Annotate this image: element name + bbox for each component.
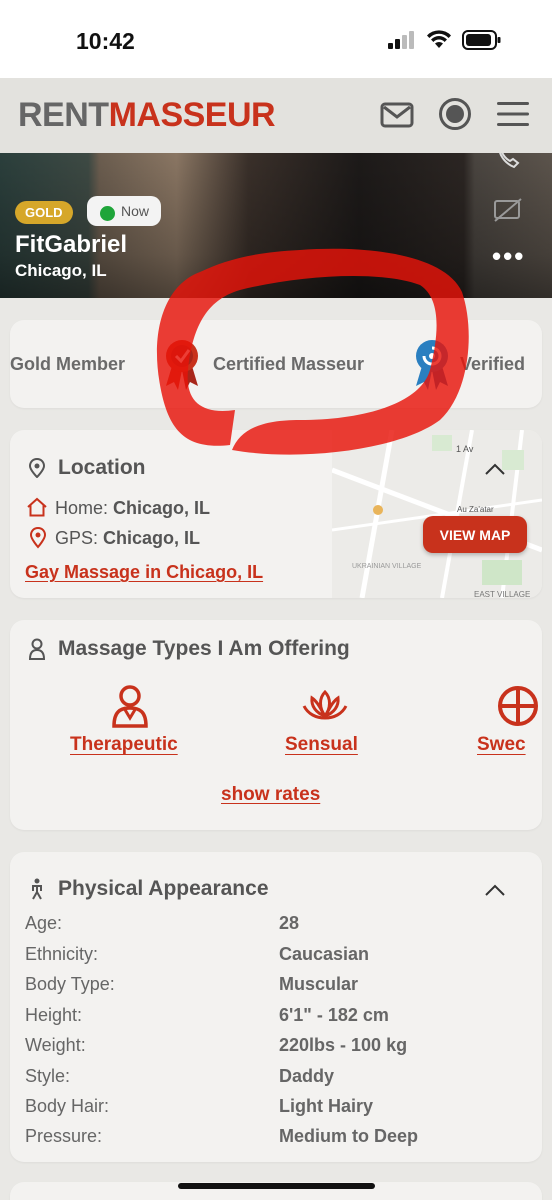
certified-ribbon-icon (166, 340, 198, 390)
massage-type-swedish[interactable]: Swec (477, 734, 526, 756)
attr-label-body-hair: Body Hair: (25, 1096, 110, 1116)
massage-type-sensual[interactable]: Sensual (285, 734, 358, 756)
attr-label-body-type: Body Type: (25, 974, 115, 994)
city-massage-link[interactable]: Gay Massage in Chicago, IL (25, 562, 263, 583)
attr-value-age: 28 (279, 913, 300, 933)
standing-person-icon (32, 878, 42, 900)
attr-label-weight: Weight: (25, 1035, 86, 1055)
attr-label-age: Age: (25, 913, 63, 933)
home-value: Chicago, IL (113, 498, 211, 518)
attr-value-body-type: Muscular (279, 974, 359, 994)
gps-pin-icon (29, 527, 47, 549)
certified-masseur-label: Certified Masseur (213, 354, 365, 374)
attr-label-pressure: Pressure: (25, 1126, 103, 1146)
physical-appearance-card: Physical Appearance Age: 28 Ethnicity: C… (10, 852, 542, 1162)
status-bar: 10:42 (0, 0, 552, 78)
map-east-village-label: EAST VILLAGE (474, 590, 530, 598)
gold-member-label: Gold Member (10, 354, 126, 374)
show-rates-link[interactable]: show rates (221, 784, 320, 806)
massage-types-card: Massage Types I Am Offering Therapeutic … (10, 620, 542, 830)
mail-icon[interactable] (380, 102, 414, 128)
map-village-label: UKRAINIAN VILLAGE (352, 563, 422, 570)
massage-type-therapeutic[interactable]: Therapeutic (70, 734, 178, 756)
attr-label-ethnicity: Ethnicity: (25, 944, 99, 964)
attr-value-weight: 220lbs - 100 kg (279, 1035, 408, 1055)
attr-label-height: Height: (25, 1005, 83, 1025)
logo-rent: RENT (18, 96, 109, 134)
gps-value: Chicago, IL (103, 528, 201, 548)
gps-label: GPS: (55, 528, 99, 548)
attr-value-height: 6'1" - 182 cm (279, 1005, 389, 1025)
collapse-chevron-icon[interactable] (484, 462, 506, 476)
online-status-badge: Now (87, 196, 162, 226)
massage-types-title: Massage Types I Am Offering (58, 637, 350, 660)
status-icons (388, 30, 502, 50)
signal-icon (388, 31, 414, 49)
map-place-label: Au Za'atar (457, 505, 494, 514)
location-pin-icon (28, 458, 46, 478)
online-status-label: Now (121, 203, 150, 219)
home-icon (27, 497, 47, 517)
sensual-lotus-icon (302, 689, 348, 720)
wifi-icon (427, 30, 451, 48)
attr-value-body-hair: Light Hairy (279, 1096, 374, 1116)
therapeutic-icon (112, 685, 148, 728)
logo-masseur: MASSEUR (108, 96, 276, 134)
map-subway-label: 1 Av (456, 444, 474, 454)
home-indicator (178, 1183, 375, 1189)
online-dot-icon (100, 206, 115, 221)
masseur-person-icon (28, 638, 46, 660)
location-card: 1 Av Au Za'atar UKRAINIAN VILLAGE EAST V… (10, 430, 542, 598)
record-icon[interactable] (438, 97, 472, 131)
more-options-icon[interactable]: ••• (492, 241, 525, 272)
location-title: Location (58, 456, 146, 479)
menu-icon[interactable] (496, 100, 530, 128)
profile-hero[interactable]: GOLD Now FitGabriel Chicago, IL ••• (0, 153, 552, 298)
profile-city: Chicago, IL (15, 261, 107, 280)
verified-label: Verified (460, 354, 526, 374)
attr-label-style: Style: (25, 1066, 71, 1086)
attr-value-pressure: Medium to Deep (279, 1126, 419, 1146)
site-logo[interactable]: RENTMASSEUR (18, 96, 276, 135)
status-time: 10:42 (76, 28, 135, 54)
map-preview[interactable]: 1 Av Au Za'atar UKRAINIAN VILLAGE EAST V… (331, 430, 542, 598)
gold-level-badge: GOLD (15, 201, 73, 224)
message-off-icon[interactable] (493, 197, 523, 223)
appearance-title: Physical Appearance (58, 877, 269, 900)
site-header: RENTMASSEUR (0, 78, 552, 153)
battery-icon (462, 30, 501, 50)
home-location: Home: Chicago, IL (55, 498, 210, 519)
verified-ribbon-icon (416, 340, 448, 390)
swedish-icon (498, 686, 538, 726)
gps-location: GPS: Chicago, IL (55, 528, 200, 549)
map-streets: 1 Av Au Za'atar UKRAINIAN VILLAGE EAST V… (331, 430, 542, 598)
home-label: Home: (55, 498, 109, 518)
view-map-button[interactable]: VIEW MAP (423, 516, 527, 553)
profile-name: FitGabriel (15, 231, 128, 258)
attr-value-ethnicity: Caucasian (279, 944, 370, 964)
member-badges-card: Gold Member Certified Masseur Verified (10, 320, 542, 408)
phone-icon[interactable] (494, 153, 524, 171)
collapse-chevron-icon[interactable] (484, 883, 506, 897)
attr-value-style: Daddy (279, 1066, 335, 1086)
